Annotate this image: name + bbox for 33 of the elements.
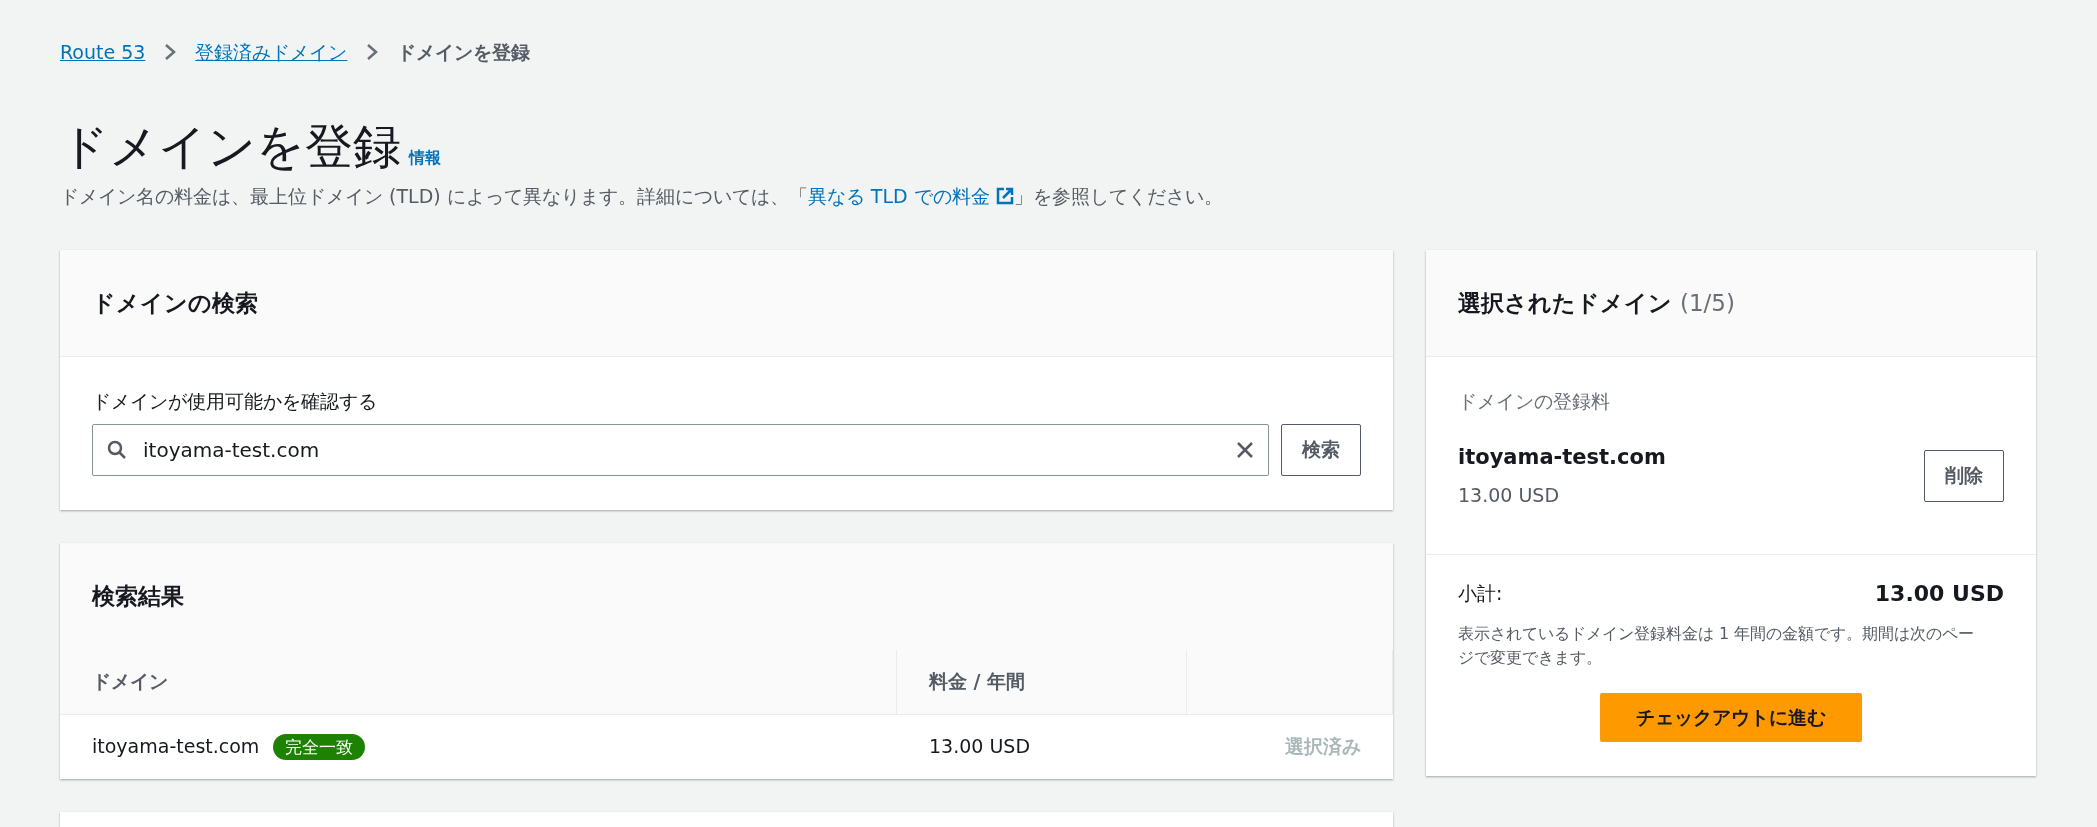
- panel-title: 検索結果: [92, 581, 184, 611]
- domain-name: itoyama-test.com: [92, 735, 260, 758]
- page-title: ドメインを登録: [60, 118, 401, 174]
- selected-domain-name: itoyama-test.com: [1458, 443, 1666, 471]
- section-label: ドメインの登録料: [1458, 389, 1611, 415]
- select-action: 選択済み: [1284, 734, 1362, 760]
- note-text: 表示されているドメイン登録料金は 1 年間の金額です。期間は次のページで変更できます。: [1458, 622, 1976, 670]
- table-cell-text: 13.00 USD: [928, 734, 1032, 760]
- panel-title: ドメインの検索: [92, 288, 258, 318]
- field-label: ドメインが使用可能かを確認する: [92, 389, 378, 415]
- clear-icon[interactable]: [1236, 440, 1254, 459]
- external-link-icon: [995, 186, 1014, 205]
- panel-title: 選択されたドメイン: [1458, 288, 1672, 318]
- search-button[interactable]: 検索: [1281, 423, 1361, 476]
- search-field[interactable]: itoyama-test.com: [92, 423, 1269, 476]
- subtotal-label: 小計:: [1458, 580, 1503, 606]
- column-header: 料金 / 年間: [897, 649, 1187, 714]
- checkout-button[interactable]: チェックアウトに進む: [1600, 693, 1862, 742]
- chevron-icon: [163, 42, 178, 62]
- chevron-icon: [365, 42, 380, 62]
- breadcrumb-link[interactable]: 登録済みドメイン: [195, 37, 348, 67]
- selection-count: (1/5): [1680, 288, 1735, 318]
- breadcrumb-link[interactable]: Route 53: [60, 37, 146, 67]
- column-header: ドメイン: [60, 649, 897, 714]
- info-link[interactable]: 情報: [409, 148, 441, 167]
- page-description: ドメイン名の料金は、最上位ドメイン (TLD) によって異なります。詳細については、「異なる TLD での料金 」を参照してください。: [60, 183, 1224, 209]
- match-badge: 完全一致: [273, 734, 366, 761]
- subtotal-value: 13.00 USD: [1874, 579, 2004, 608]
- remove-button[interactable]: 削除: [1924, 449, 2004, 502]
- search-icon: [107, 439, 127, 460]
- pricing-link[interactable]: 異なる TLD での料金: [807, 184, 1014, 207]
- domain-price: 13.00 USD: [1458, 483, 1561, 509]
- breadcrumb-current: ドメインを登録: [397, 39, 531, 65]
